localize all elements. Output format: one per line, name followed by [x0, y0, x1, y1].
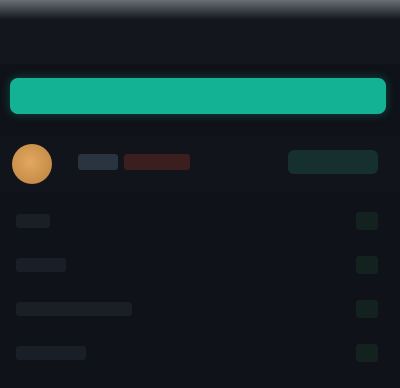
- primary-action-button[interactable]: [10, 78, 386, 114]
- user-action-button[interactable]: [288, 150, 378, 174]
- avatar[interactable]: [12, 144, 52, 184]
- list-item-value: [356, 212, 378, 230]
- list-item[interactable]: [0, 332, 400, 376]
- header-title: [14, 32, 134, 46]
- list-item[interactable]: [0, 244, 400, 288]
- list-item[interactable]: [0, 200, 400, 244]
- list-item-label: [16, 346, 86, 360]
- list-item[interactable]: [0, 288, 400, 332]
- list-item-value: [356, 344, 378, 362]
- user-badge: [124, 154, 190, 170]
- header: [0, 20, 400, 64]
- user-row: [0, 136, 400, 192]
- list-item-label: [16, 214, 50, 228]
- list-item-value: [356, 300, 378, 318]
- list-item-value: [356, 256, 378, 274]
- user-name: [78, 154, 118, 170]
- list-item-label: [16, 302, 132, 316]
- settings-list: [0, 200, 400, 376]
- list-item-label: [16, 258, 66, 272]
- top-bar: [0, 0, 400, 20]
